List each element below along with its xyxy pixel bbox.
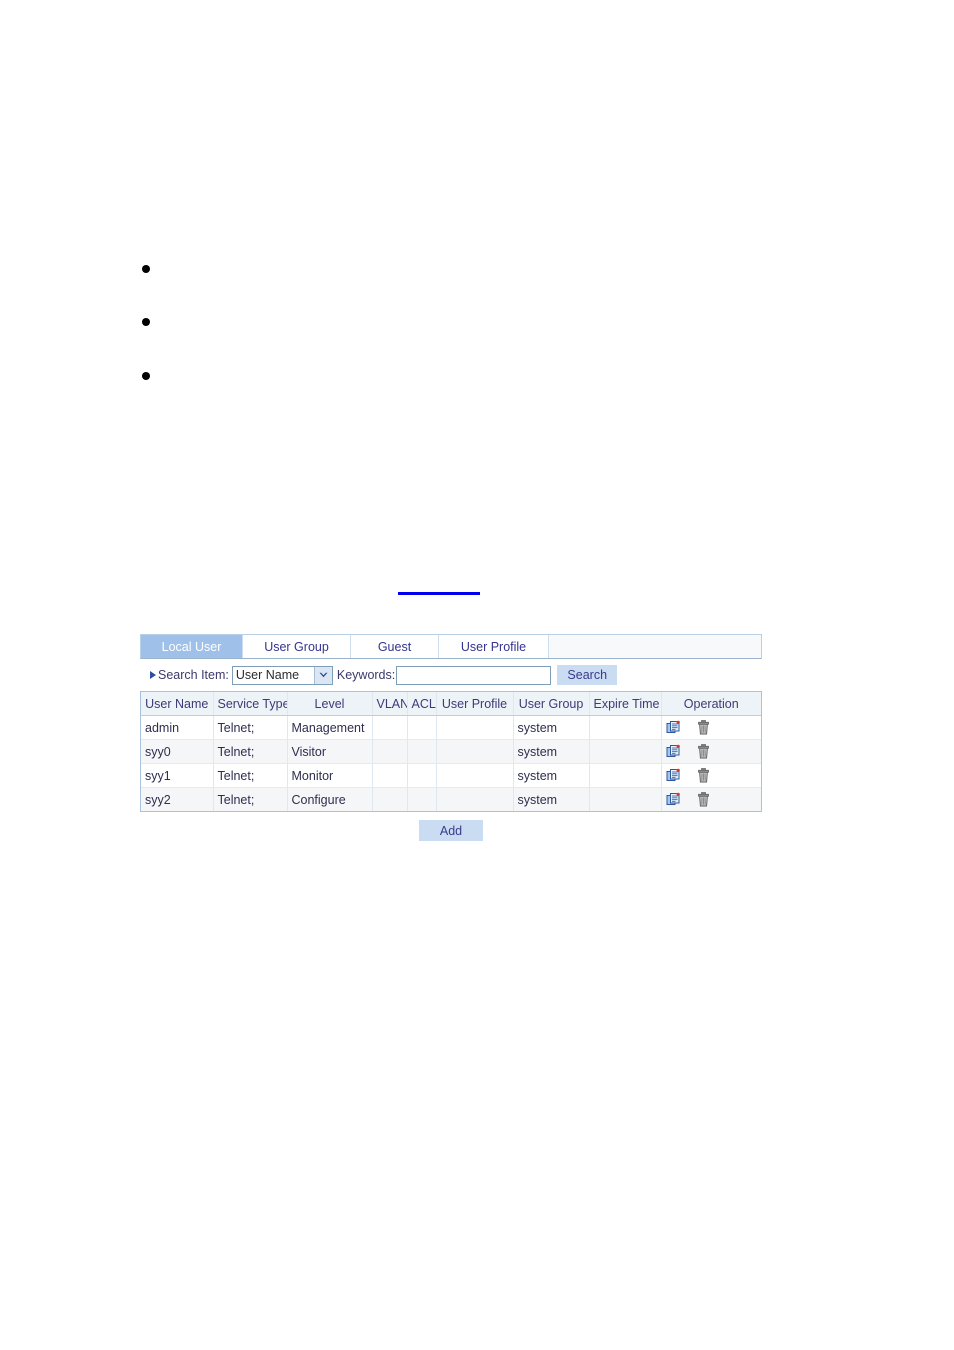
table-header-row: User Name Service Type Level VLAN ACL Us… (141, 692, 761, 716)
bullet-marker (142, 372, 150, 380)
cell-service-type: Telnet; (213, 763, 288, 788)
tab-guest[interactable]: Guest (351, 635, 439, 658)
table-actions: Add (140, 812, 762, 841)
edit-document-icon[interactable] (666, 768, 682, 784)
cell-level: Monitor (287, 763, 373, 788)
document-body (0, 0, 954, 620)
search-item-label: Search Item: (158, 668, 229, 682)
cell-level: Management (287, 715, 373, 740)
edit-document-icon[interactable] (666, 720, 682, 736)
search-item-select[interactable]: User Name (231, 665, 333, 685)
column-header-service-type: Service Type (213, 692, 288, 716)
search-bar: Search Item: User Name Keywords: Search (140, 659, 762, 691)
tab-local-user[interactable]: Local User (141, 635, 243, 658)
cell-user-name: admin (141, 715, 214, 740)
cell-acl (407, 787, 437, 811)
cell-acl (407, 715, 437, 740)
local-user-table-container: User Name Service Type Level VLAN ACL Us… (140, 691, 762, 812)
cell-vlan (372, 763, 408, 788)
cell-vlan (372, 787, 408, 811)
tab-local-user-label: Local User (161, 639, 222, 654)
tab-user-group-label: User Group (264, 639, 329, 654)
cell-expire-time (589, 763, 662, 788)
trash-icon[interactable] (696, 720, 712, 736)
add-button[interactable]: Add (419, 820, 483, 841)
search-item-select-value: User Name (235, 667, 300, 682)
column-header-expire-time: Expire Time (589, 692, 662, 716)
cell-user-name: syy1 (141, 763, 214, 788)
cell-operation (661, 739, 761, 764)
cross-reference-link[interactable] (398, 578, 480, 595)
cell-vlan (372, 739, 408, 764)
cell-expire-time (589, 739, 662, 764)
cell-user-group: system (513, 739, 590, 764)
column-header-vlan: VLAN (372, 692, 408, 716)
column-header-user-group: User Group (513, 692, 590, 716)
keywords-input[interactable] (396, 665, 552, 685)
cell-acl (407, 739, 437, 764)
chevron-down-icon (313, 666, 332, 684)
cell-level: Visitor (287, 739, 373, 764)
tab-strip: Local User User Group Guest User Profile (140, 634, 762, 659)
keywords-label: Keywords: (336, 668, 396, 682)
cell-user-group: system (513, 715, 590, 740)
cell-user-group: system (513, 763, 590, 788)
cell-user-group: system (513, 787, 590, 811)
cell-expire-time (589, 715, 662, 740)
cell-acl (407, 763, 437, 788)
cell-user-profile (436, 787, 514, 811)
tab-user-profile[interactable]: User Profile (439, 635, 549, 658)
tab-strip-filler (549, 635, 761, 658)
cell-service-type: Telnet; (213, 739, 288, 764)
trash-icon[interactable] (696, 792, 712, 808)
cell-user-name: syy0 (141, 739, 214, 764)
cell-operation (661, 787, 761, 811)
cell-service-type: Telnet; (213, 787, 288, 811)
cell-service-type: Telnet; (213, 715, 288, 740)
column-header-level: Level (287, 692, 373, 716)
cell-level: Configure (287, 787, 373, 811)
tab-guest-label: Guest (377, 639, 412, 654)
cell-user-profile (436, 763, 514, 788)
tab-user-group[interactable]: User Group (243, 635, 351, 658)
table-row[interactable]: syy0 Telnet; Visitor system (141, 739, 761, 764)
table-row[interactable]: syy2 Telnet; Configure system (141, 787, 761, 811)
local-user-panel: Local User User Group Guest User Profile… (140, 634, 762, 841)
cell-user-name: syy2 (141, 787, 214, 811)
table-row[interactable]: admin Telnet; Management system (141, 715, 761, 740)
bullet-marker (142, 318, 150, 326)
triangle-right-icon (150, 671, 156, 679)
trash-icon[interactable] (696, 768, 712, 784)
table-row[interactable]: syy1 Telnet; Monitor system (141, 763, 761, 788)
search-button[interactable]: Search (557, 665, 618, 685)
cell-operation (661, 763, 761, 788)
cell-vlan (372, 715, 408, 740)
cell-operation (661, 715, 761, 740)
trash-icon[interactable] (696, 744, 712, 760)
edit-document-icon[interactable] (666, 744, 682, 760)
cell-user-profile (436, 739, 514, 764)
column-header-operation: Operation (661, 692, 761, 716)
table-body: admin Telnet; Management system syy0 Tel… (141, 715, 761, 811)
cell-user-profile (436, 715, 514, 740)
column-header-user-name: User Name (141, 692, 214, 716)
tab-user-profile-label: User Profile (460, 639, 527, 654)
edit-document-icon[interactable] (666, 792, 682, 808)
cell-expire-time (589, 787, 662, 811)
local-user-table: User Name Service Type Level VLAN ACL Us… (141, 692, 761, 811)
column-header-user-profile: User Profile (436, 692, 514, 716)
column-header-acl: ACL (407, 692, 437, 716)
bullet-marker (142, 265, 150, 273)
